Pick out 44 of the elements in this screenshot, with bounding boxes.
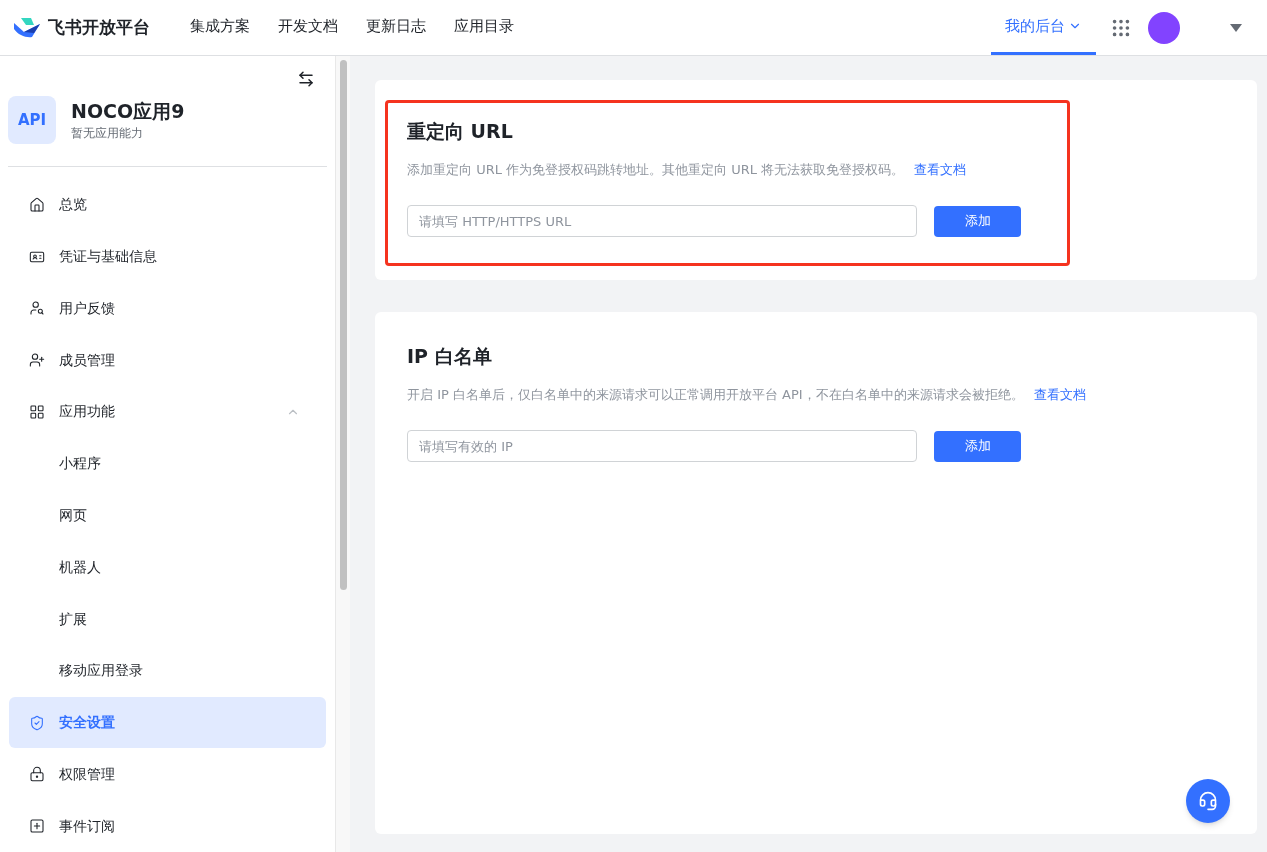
user-plus-icon: [29, 352, 45, 369]
add-button[interactable]: 添加: [934, 430, 1021, 462]
section-title: IP 白名单: [407, 344, 493, 369]
section-description: 开启 IP 白名单后，仅白名单中的来源请求可以正常调用开放平台 API，不在白名单中的来源请求会被拒绝。 查看文档: [407, 385, 1087, 404]
input-field[interactable]: 请填写 HTTP/HTTPS URL: [407, 205, 917, 237]
sidebar-item[interactable]: 移动应用登录: [9, 644, 326, 697]
scrollbar-thumb[interactable]: [339, 60, 347, 590]
nav-tab[interactable]: 开发文档: [264, 0, 352, 55]
app-subtitle: 暂无应用能力: [71, 125, 144, 142]
avatar[interactable]: [1148, 11, 1180, 44]
lock-icon: [29, 766, 45, 783]
shield-icon: [29, 714, 45, 731]
house-icon: [29, 196, 45, 213]
sidebar-item[interactable]: 应用功能: [9, 386, 326, 438]
sidebar-item[interactable]: 权限管理: [9, 748, 326, 801]
dropdown-caret-icon[interactable]: [1230, 23, 1242, 32]
nav-tab[interactable]: 应用目录: [440, 0, 528, 55]
sidebar-item[interactable]: 事件订阅: [9, 800, 326, 852]
docs-link[interactable]: 查看文档: [914, 161, 967, 177]
sidebar-item[interactable]: 小程序: [9, 437, 326, 490]
headset-icon: [1198, 791, 1218, 811]
sidebar-item[interactable]: 总览: [9, 179, 326, 231]
user-search-icon: [29, 300, 45, 317]
sidebar-item[interactable]: 成员管理: [9, 334, 326, 387]
plus-square-icon: [29, 818, 45, 835]
input-field[interactable]: 请填写有效的 IP: [407, 430, 917, 462]
sidebar-item[interactable]: 用户反馈: [9, 282, 326, 335]
brand-name: 飞书开放平台: [48, 15, 150, 39]
nav-tab[interactable]: 集成方案: [176, 0, 264, 55]
sidebar-item[interactable]: 机器人: [9, 541, 326, 594]
section-description: 添加重定向 URL 作为免登授权码跳转地址。其他重定向 URL 将无法获取免登授权码。 查看文档: [407, 160, 968, 179]
collapse-icon[interactable]: [297, 70, 315, 88]
docs-link[interactable]: 查看文档: [1033, 386, 1086, 402]
sidebar-item[interactable]: 网页: [9, 489, 326, 542]
app-logo: API: [8, 96, 56, 144]
nav-tab[interactable]: 更新日志: [352, 0, 440, 55]
sidebar-item[interactable]: 安全设置: [9, 696, 326, 749]
app-name: NOCO应用9: [71, 99, 185, 124]
section-title: 重定向 URL: [407, 119, 514, 144]
sidebar-item[interactable]: 扩展: [9, 593, 326, 645]
add-button[interactable]: 添加: [934, 205, 1021, 237]
logo-icon: [14, 16, 40, 39]
sidebar-item[interactable]: 凭证与基础信息: [9, 230, 326, 283]
grid-icon: [29, 403, 45, 420]
